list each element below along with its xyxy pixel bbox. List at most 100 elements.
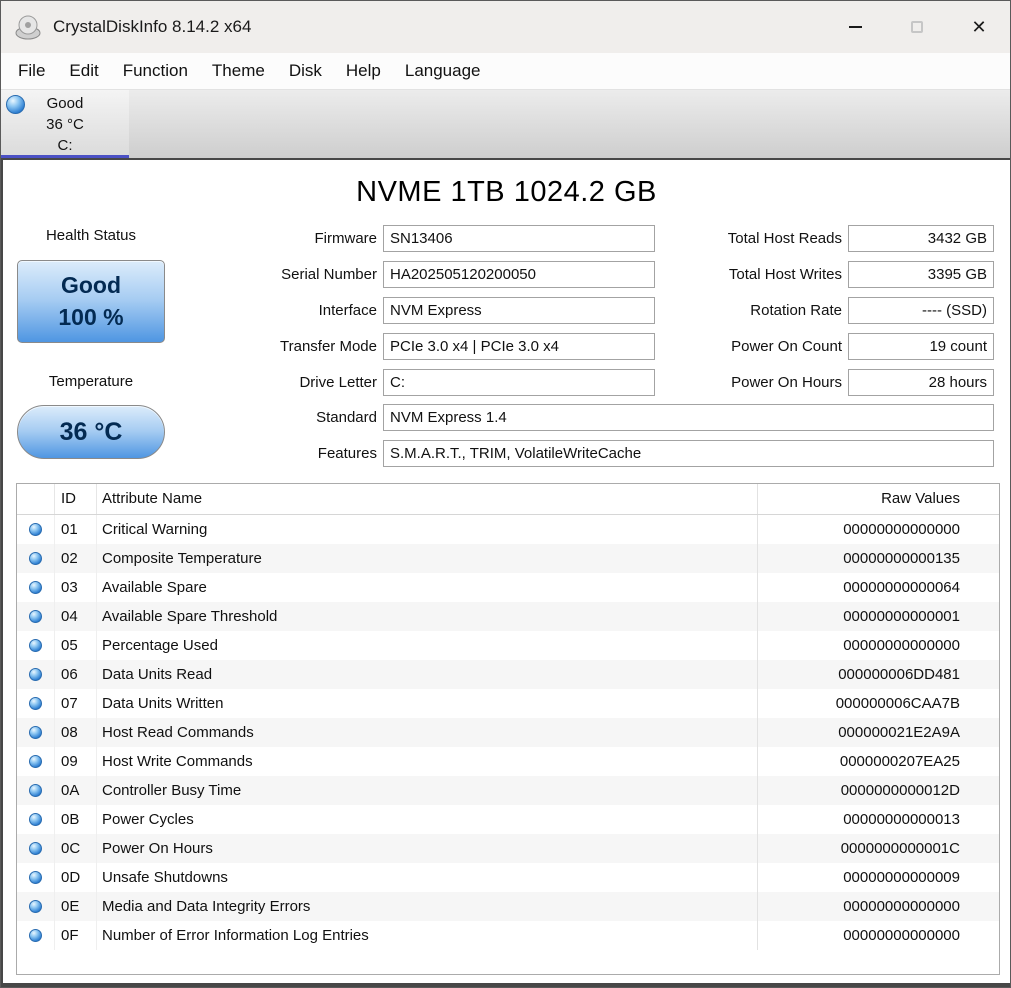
status-orb-icon [29, 813, 42, 826]
table-row[interactable]: 06 Data Units Read 000000006DD481 [17, 660, 999, 689]
drive-title: NVME 1TB 1024.2 GB [356, 176, 657, 208]
attribute-raw-value: 000000006CAA7B [757, 689, 999, 718]
attribute-raw-value: 00000000000000 [757, 921, 999, 950]
field-value: 3432 GB [848, 224, 994, 252]
field-value: SN13406 [383, 224, 655, 252]
menu-item-help[interactable]: Help [334, 56, 393, 86]
app-icon [13, 12, 43, 42]
field-label: Total Host Reads [727, 229, 842, 247]
field-value: NVM Express 1.4 [383, 403, 994, 431]
table-row[interactable]: 0E Media and Data Integrity Errors 00000… [17, 892, 999, 921]
drive-tab-temperature: 36 °C [46, 116, 84, 133]
field-interface: Interface NVM Express [208, 296, 655, 324]
minimize-button[interactable] [824, 1, 886, 53]
status-orb-icon [29, 697, 42, 710]
attribute-name: Data Units Read [102, 666, 213, 683]
field-total-host-reads: Total Host Reads 3432 GB [703, 224, 994, 252]
health-status-label: Health Status [45, 227, 137, 244]
attribute-id: 02 [55, 544, 97, 573]
table-row[interactable]: 07 Data Units Written 000000006CAA7B [17, 689, 999, 718]
attribute-name: Data Units Written [102, 695, 224, 712]
drive-tab-strip: Good 36 °C C: [1, 89, 1010, 159]
field-value: 28 hours [848, 368, 994, 396]
field-label: Serial Number [281, 265, 377, 283]
field-label: Transfer Mode [280, 337, 377, 355]
attribute-id: 0F [55, 921, 97, 950]
attribute-name: Power On Hours [102, 840, 213, 857]
field-label: Power On Hours [731, 373, 842, 391]
attribute-id: 09 [55, 747, 97, 776]
status-orb-icon [29, 639, 42, 652]
field-label: Standard [316, 408, 377, 426]
attribute-id: 0D [55, 863, 97, 892]
field-drive-letter: Drive Letter C: [208, 368, 655, 396]
field-value: 19 count [848, 332, 994, 360]
status-orb-icon [29, 784, 42, 797]
attribute-name: Controller Busy Time [102, 782, 242, 799]
table-row[interactable]: 03 Available Spare 00000000000064 [17, 573, 999, 602]
menu-item-file[interactable]: File [6, 56, 57, 86]
window-controls: ✕ [824, 1, 1010, 53]
menu-item-function[interactable]: Function [111, 56, 200, 86]
attribute-id: 03 [55, 573, 97, 602]
minimize-icon [848, 26, 862, 28]
attribute-name: Host Read Commands [102, 724, 254, 741]
field-serial-number: Serial Number HA202505120200050 [208, 260, 655, 288]
health-status-indicator: Good 100 % [17, 260, 165, 343]
table-row[interactable]: 02 Composite Temperature 00000000000135 [17, 544, 999, 573]
field-features: Features S.M.A.R.T., TRIM, VolatileWrite… [208, 439, 994, 467]
menu-item-disk[interactable]: Disk [277, 56, 334, 86]
menu-item-edit[interactable]: Edit [57, 56, 110, 86]
field-value: ---- (SSD) [848, 296, 994, 324]
table-row[interactable]: 0B Power Cycles 00000000000013 [17, 805, 999, 834]
crystaldiskinfo-window: CrystalDiskInfo 8.14.2 x64 ✕ File Edit F… [0, 0, 1011, 988]
status-orb-icon [29, 726, 42, 739]
attribute-raw-value: 00000000000000 [757, 892, 999, 921]
drive-tab-c[interactable]: Good 36 °C C: [1, 90, 129, 159]
attribute-id: 07 [55, 689, 97, 718]
table-row[interactable]: 0A Controller Busy Time 0000000000012D [17, 776, 999, 805]
attribute-raw-value: 000000006DD481 [757, 660, 999, 689]
attribute-raw-value: 0000000000012D [757, 776, 999, 805]
table-row[interactable]: 0C Power On Hours 0000000000001C [17, 834, 999, 863]
raw-values-column-header: Raw Values [757, 484, 999, 514]
titlebar: CrystalDiskInfo 8.14.2 x64 ✕ [1, 1, 1010, 53]
attribute-id: 0C [55, 834, 97, 863]
status-orb-icon [29, 668, 42, 681]
attribute-name: Host Write Commands [102, 753, 253, 770]
attribute-id: 04 [55, 602, 97, 631]
table-header: ID Attribute Name Raw Values [17, 484, 999, 515]
attribute-raw-value: 0000000207EA25 [757, 747, 999, 776]
field-value: C: [383, 368, 655, 396]
menu-item-theme[interactable]: Theme [200, 56, 277, 86]
field-value: S.M.A.R.T., TRIM, VolatileWriteCache [383, 439, 994, 467]
table-row[interactable]: 0F Number of Error Information Log Entri… [17, 921, 999, 950]
table-row[interactable]: 09 Host Write Commands 0000000207EA25 [17, 747, 999, 776]
field-label: Power On Count [731, 337, 842, 355]
attribute-id: 01 [55, 515, 97, 544]
status-orb-icon [29, 755, 42, 768]
window-title: CrystalDiskInfo 8.14.2 x64 [53, 17, 252, 36]
attribute-name-column-header: Attribute Name [102, 490, 203, 507]
attribute-raw-value: 0000000000001C [757, 834, 999, 863]
menu-item-language[interactable]: Language [393, 56, 493, 86]
table-row[interactable]: 04 Available Spare Threshold 00000000000… [17, 602, 999, 631]
field-value: 3395 GB [848, 260, 994, 288]
attribute-id: 0E [55, 892, 97, 921]
temperature-value: 36 °C [59, 417, 123, 446]
attribute-raw-value: 00000000000013 [757, 805, 999, 834]
table-body: 01 Critical Warning 00000000000000 02 Co… [17, 515, 999, 950]
field-label: Drive Letter [299, 373, 377, 391]
field-transfer-mode: Transfer Mode PCIe 3.0 x4 | PCIe 3.0 x4 [208, 332, 655, 360]
close-button[interactable]: ✕ [948, 1, 1010, 53]
field-power-on-hours: Power On Hours 28 hours [703, 368, 994, 396]
attribute-name: Available Spare Threshold [102, 608, 278, 625]
table-row[interactable]: 08 Host Read Commands 000000021E2A9A [17, 718, 999, 747]
table-row[interactable]: 05 Percentage Used 00000000000000 [17, 631, 999, 660]
health-status-orb-icon [6, 95, 25, 114]
table-row[interactable]: 01 Critical Warning 00000000000000 [17, 515, 999, 544]
field-value: PCIe 3.0 x4 | PCIe 3.0 x4 [383, 332, 655, 360]
attribute-name: Available Spare [102, 579, 207, 596]
table-row[interactable]: 0D Unsafe Shutdowns 00000000000009 [17, 863, 999, 892]
maximize-button[interactable] [886, 1, 948, 53]
